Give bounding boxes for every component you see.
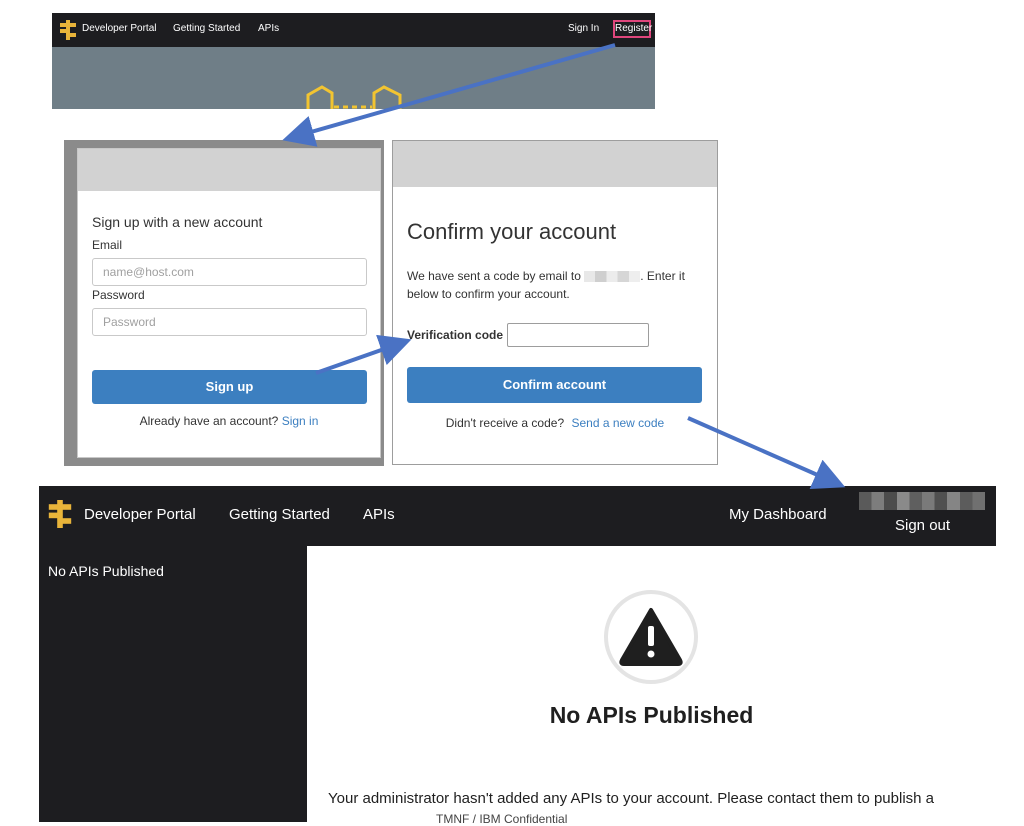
empty-state-message: Your administrator hasn't added any APIs…: [328, 790, 935, 807]
confirm-desc-before: We have sent a code by email to: [407, 269, 581, 283]
signup-card: Sign up with a new account Email Passwor…: [77, 148, 381, 458]
nav-apis[interactable]: APIs: [258, 23, 279, 34]
sign-up-button[interactable]: Sign up: [92, 370, 367, 404]
warning-icon: [619, 608, 683, 666]
brand-link[interactable]: Developer Portal: [84, 506, 196, 523]
nav-getting-started[interactable]: Getting Started: [229, 506, 330, 523]
nav-getting-started[interactable]: Getting Started: [173, 23, 240, 34]
sidebar: No APIs Published: [39, 546, 307, 822]
confirm-description: We have sent a code by email to . Enter …: [407, 267, 705, 303]
resend-line: Didn't receive a code? Send a new code: [393, 416, 717, 430]
dashboard-screenshot: Developer Portal Getting Started APIs My…: [39, 486, 996, 822]
confirm-title: Confirm your account: [407, 219, 617, 244]
sign-out-link[interactable]: Sign out: [895, 517, 950, 534]
redacted-email: [584, 271, 641, 283]
confirm-account-button[interactable]: Confirm account: [407, 367, 702, 403]
top-navbar: Developer Portal Getting Started APIs Si…: [52, 13, 655, 47]
verification-code-input[interactable]: [507, 323, 650, 347]
already-account-line: Already have an account? Sign in: [92, 414, 366, 428]
resend-text: Didn't receive a code?: [445, 416, 565, 430]
card-header: [393, 141, 717, 187]
portal-logo-icon: [60, 20, 76, 40]
main-content: No APIs Published Your administrator has…: [307, 546, 996, 822]
redacted-username: [859, 492, 985, 510]
already-account-text: Already have an account?: [139, 414, 279, 428]
brand-link[interactable]: Developer Portal: [82, 23, 156, 34]
dashboard-navbar: Developer Portal Getting Started APIs My…: [39, 486, 996, 546]
send-new-code-link[interactable]: Send a new code: [571, 416, 664, 430]
sign-in-link[interactable]: Sign in: [282, 414, 319, 428]
sign-in-link[interactable]: Sign In: [568, 23, 599, 34]
email-label: Email: [92, 238, 123, 252]
my-dashboard-link[interactable]: My Dashboard: [729, 506, 827, 523]
password-label: Password: [92, 288, 145, 302]
verification-label: Verification code: [407, 328, 504, 342]
verification-row: Verification code: [407, 323, 717, 347]
card-header: [78, 149, 380, 191]
portal-home-screenshot: Developer Portal Getting Started APIs Si…: [52, 13, 655, 109]
confidential-footer: TMNF / IBM Confidential: [436, 812, 568, 826]
register-button[interactable]: Register: [613, 20, 652, 38]
warning-badge: [604, 590, 698, 684]
portal-logo-icon: [48, 500, 72, 528]
signup-heading: Sign up with a new account: [92, 214, 263, 230]
nav-apis[interactable]: APIs: [363, 506, 395, 523]
confirm-account-card: Confirm your account We have sent a code…: [392, 140, 718, 465]
sidebar-empty-text: No APIs Published: [48, 563, 164, 579]
empty-state-title: No APIs Published: [549, 702, 754, 728]
email-input[interactable]: [92, 258, 367, 286]
password-input[interactable]: [92, 308, 367, 336]
hero-illustration: [306, 85, 402, 109]
